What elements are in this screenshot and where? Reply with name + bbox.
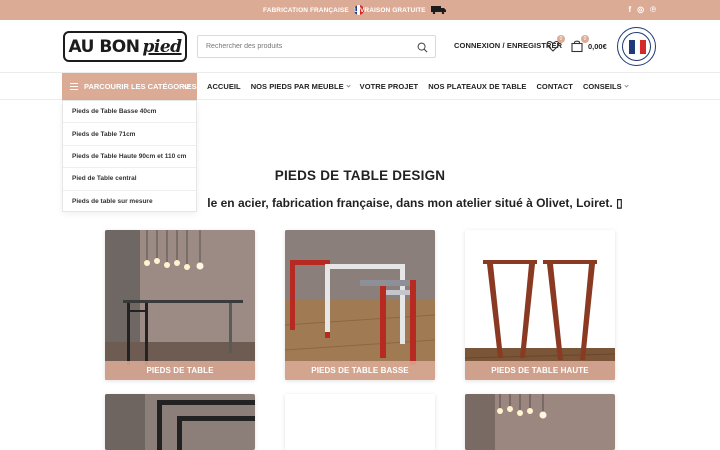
- nav-item-votre-projet[interactable]: VOTRE PROJET: [360, 82, 419, 91]
- nav-item-pieds-par-meuble[interactable]: NOS PIEDS PAR MEUBLE: [250, 82, 351, 91]
- promo-fabrication-text: FABRICATION FRANÇAISE: [263, 6, 349, 14]
- category-item[interactable]: Pieds de Table Basse 40cm: [63, 101, 196, 124]
- search-icon[interactable]: [417, 42, 428, 53]
- promo-fabrication: FABRICATION FRANÇAISE: [263, 0, 364, 20]
- promo-livraison-text: LIVRAISON GRATUITE: [354, 6, 426, 14]
- category-image: [285, 230, 435, 380]
- search-bar: [197, 35, 436, 58]
- nav-item-conseils[interactable]: CONSEILS: [582, 82, 629, 91]
- nav-item-label: ACCUEIL: [207, 82, 241, 91]
- categories-dropdown: Pieds de Table Basse 40cm Pieds de Table…: [62, 100, 197, 212]
- hamburger-icon: [70, 83, 78, 90]
- logo-text-main: AU BON: [68, 36, 140, 57]
- site-header: AU BON pied CONNEXION / ENREGISTRER 0 0 …: [0, 20, 720, 73]
- nav-item-label: CONSEILS: [582, 82, 622, 91]
- nav-item-label: VOTRE PROJET: [359, 82, 419, 91]
- top-promo-bar: FABRICATION FRANÇAISE LIVRAISON GRATUITE…: [0, 0, 720, 20]
- logo-text-accent: pied: [142, 36, 182, 57]
- category-card-label: PIEDS DE TABLE: [105, 361, 255, 380]
- main-menu: ACCUEIL NOS PIEDS PAR MEUBLE VOTRE PROJE…: [207, 73, 638, 100]
- category-card-pieds-de-table-haute[interactable]: PIEDS DE TABLE HAUTE: [465, 230, 615, 380]
- category-image: [465, 394, 615, 450]
- category-card-label: PIEDS DE TABLE HAUTE: [465, 361, 615, 380]
- category-item[interactable]: Pieds de Table Haute 90cm et 110 cm: [63, 146, 196, 169]
- wishlist-button[interactable]: 0: [546, 35, 565, 53]
- pinterest-icon[interactable]: ℗: [650, 6, 656, 14]
- nav-item-label: CONTACT: [536, 82, 573, 91]
- category-card-label: PIEDS DE TABLE BASSE: [285, 361, 435, 380]
- browse-categories-button[interactable]: PARCOURIR LES CATÉGORIES: [62, 73, 197, 100]
- wishlist-count-badge: 0: [557, 35, 565, 43]
- category-card-pieds-de-table[interactable]: PIEDS DE TABLE: [105, 230, 255, 380]
- browse-categories-label: PARCOURIR LES CATÉGORIES: [84, 82, 197, 91]
- category-card[interactable]: [105, 394, 255, 450]
- main-navigation: PARCOURIR LES CATÉGORIES ACCUEIL NOS PIE…: [0, 73, 720, 100]
- promo-livraison: LIVRAISON GRATUITE: [354, 0, 447, 20]
- chevron-down-icon: [624, 83, 629, 88]
- search-input[interactable]: [206, 43, 406, 50]
- category-image: [465, 230, 615, 380]
- category-image: [105, 394, 255, 450]
- category-card[interactable]: [285, 394, 435, 450]
- truck-icon: [430, 6, 446, 14]
- category-item[interactable]: Pieds de table sur mesure: [63, 191, 196, 213]
- category-image: [105, 230, 255, 380]
- nav-item-plateaux[interactable]: NOS PLATEAUX DE TABLE: [428, 82, 526, 91]
- social-links: f ◎ ℗: [628, 0, 656, 20]
- site-logo[interactable]: AU BON pied: [63, 31, 187, 62]
- nav-item-label: NOS PLATEAUX DE TABLE: [428, 82, 527, 91]
- nav-item-accueil[interactable]: ACCUEIL: [207, 82, 241, 91]
- nav-item-contact[interactable]: CONTACT: [536, 82, 572, 91]
- category-card[interactable]: [465, 394, 615, 450]
- instagram-icon[interactable]: ◎: [637, 6, 644, 14]
- facebook-icon[interactable]: f: [628, 6, 631, 14]
- page-subtitle-text: le en acier, fabrication française, dans…: [207, 196, 623, 210]
- made-in-france-seal: [617, 27, 656, 66]
- cart-button[interactable]: 0: [570, 35, 589, 53]
- nav-item-label: NOS PIEDS PAR MEUBLE: [250, 82, 344, 91]
- category-item[interactable]: Pieds de Table 71cm: [63, 123, 196, 146]
- cart-total[interactable]: 0,00€: [588, 42, 607, 51]
- category-item[interactable]: Pied de Table central: [63, 168, 196, 191]
- chevron-down-icon: [346, 83, 351, 88]
- category-card-pieds-de-table-basse[interactable]: PIEDS DE TABLE BASSE: [285, 230, 435, 380]
- category-image: [285, 394, 435, 450]
